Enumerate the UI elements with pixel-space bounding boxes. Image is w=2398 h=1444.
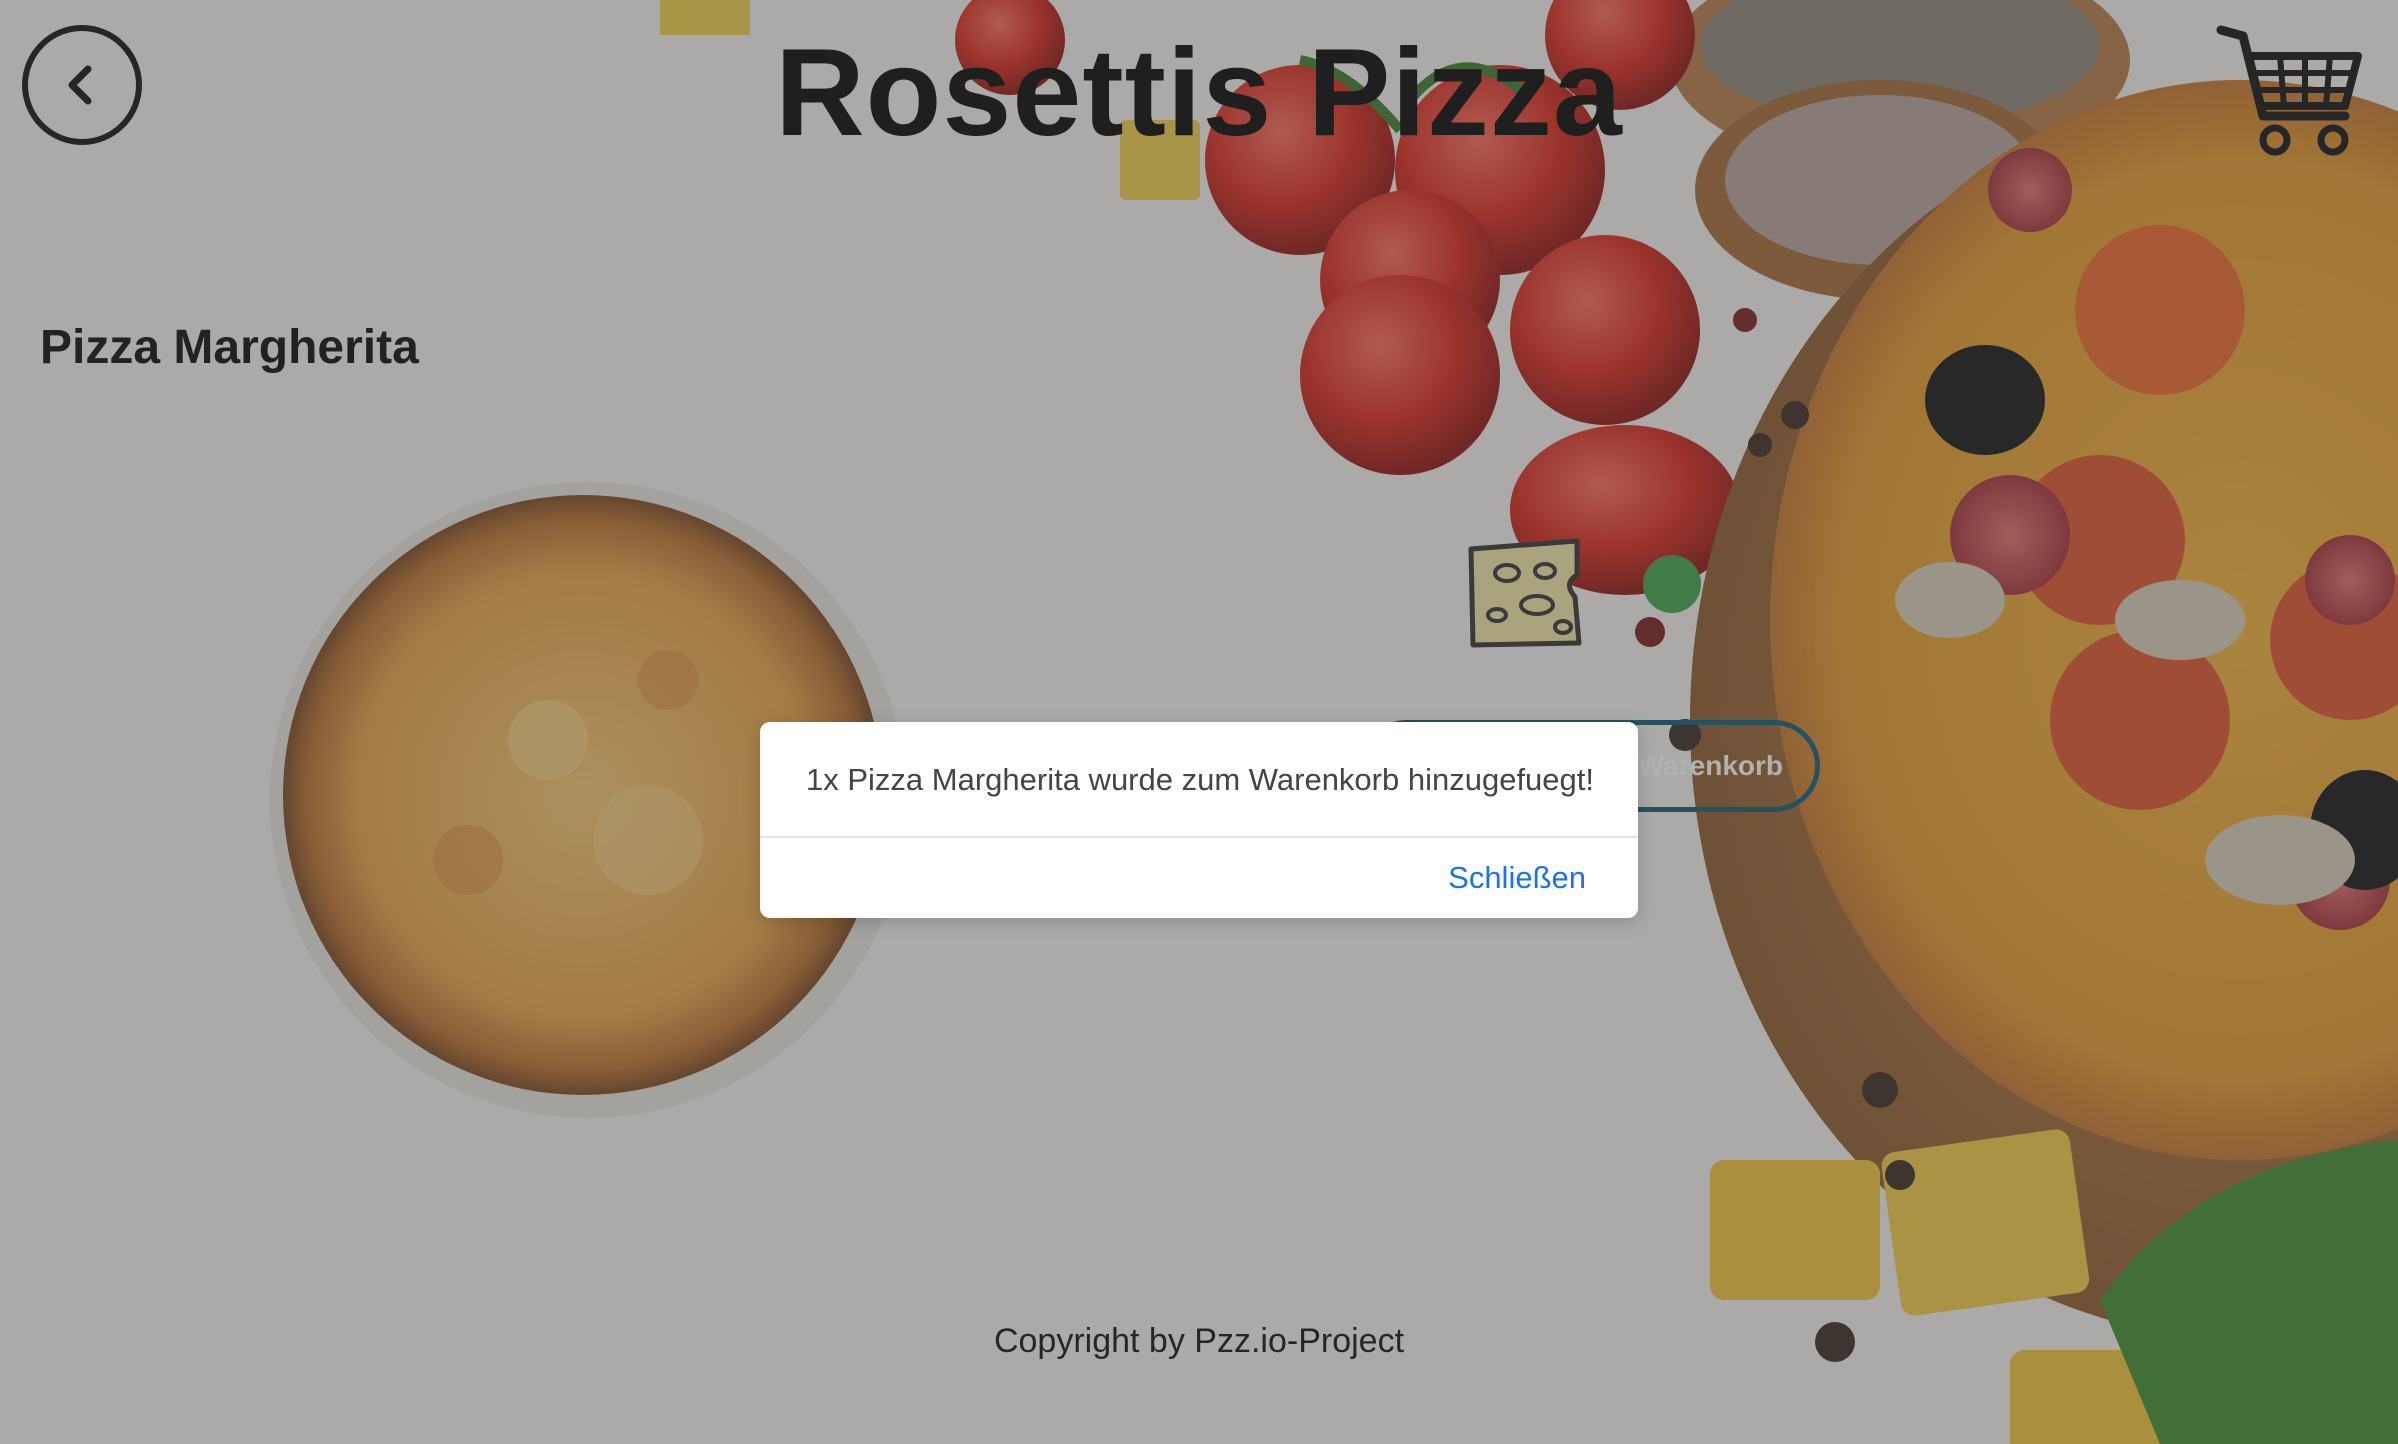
app-root: Rosettis Pizza Pizza Margherita Warenkor… [0, 0, 2398, 1444]
dialog-message: 1x Pizza Margherita wurde zum Warenkorb … [760, 722, 1638, 838]
dialog-footer: Schließen [760, 838, 1638, 916]
confirmation-dialog: 1x Pizza Margherita wurde zum Warenkorb … [760, 722, 1638, 918]
close-button[interactable]: Schließen [1448, 860, 1586, 896]
